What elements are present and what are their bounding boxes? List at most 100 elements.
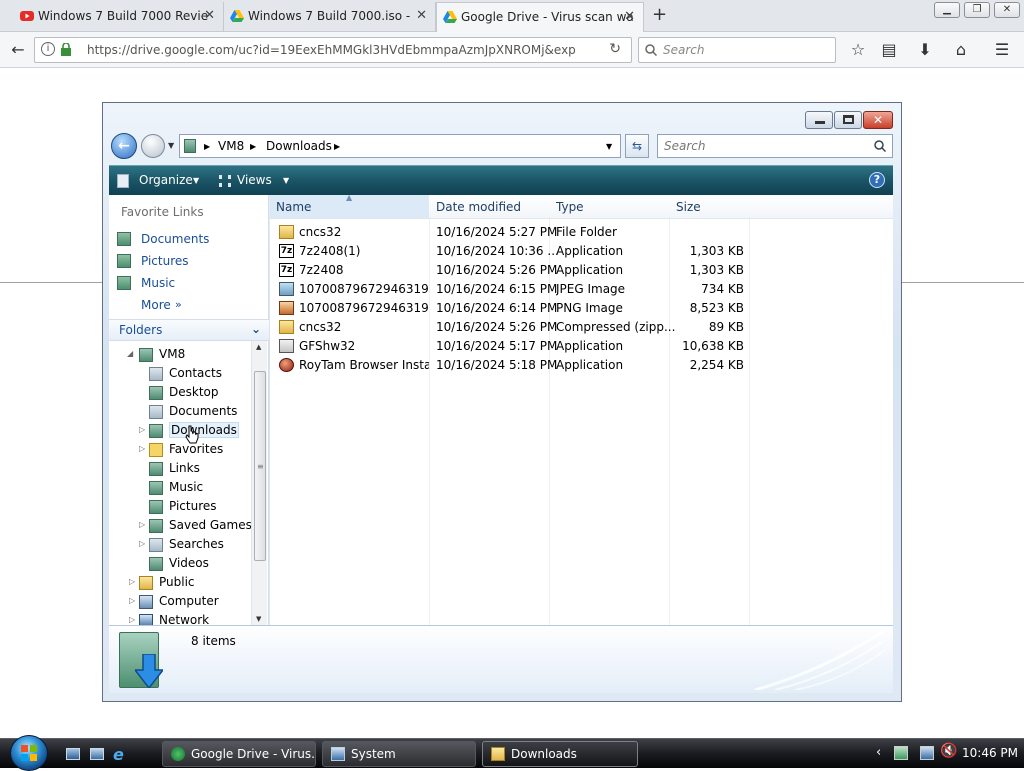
- tree-item-searches[interactable]: Searches: [149, 537, 224, 552]
- downloads-icon: [149, 424, 163, 438]
- close-tab-icon[interactable]: ✕: [624, 3, 635, 31]
- chevron-down-icon[interactable]: ⌄: [251, 322, 261, 336]
- favorite-link-music[interactable]: Music: [141, 276, 175, 290]
- expand-arrow-icon[interactable]: ▷: [129, 596, 135, 605]
- taskbar-item-downloads[interactable]: Downloads: [482, 741, 638, 767]
- column-header-name[interactable]: Name ▲: [270, 193, 429, 218]
- close-window-button[interactable]: ✕: [863, 111, 893, 129]
- scroll-up-arrow-icon[interactable]: ▲: [256, 343, 261, 351]
- tray-app-icon[interactable]: [894, 746, 908, 760]
- taskbar-item-system[interactable]: System: [322, 741, 476, 767]
- tree-item-public[interactable]: Public: [139, 575, 195, 590]
- minimize-browser-button[interactable]: ▁: [934, 2, 960, 18]
- taskbar-item-google-drive[interactable]: Google Drive - Virus...: [162, 741, 316, 767]
- refresh-button[interactable]: ⇆: [625, 134, 649, 158]
- favorite-link-pictures[interactable]: Pictures: [141, 254, 189, 268]
- tree-label: Downloads: [169, 422, 239, 438]
- tree-item-documents[interactable]: Documents: [149, 404, 237, 419]
- expand-arrow-icon[interactable]: ▷: [129, 615, 135, 624]
- chevron-down-icon[interactable]: ▼: [168, 141, 174, 150]
- tree-item-contacts[interactable]: Contacts: [149, 366, 222, 381]
- show-desktop-icon[interactable]: [66, 748, 80, 760]
- minimize-window-button[interactable]: [805, 111, 833, 129]
- close-tab-icon[interactable]: ✕: [204, 2, 215, 30]
- column-header-row: Name ▲ Date modified Type Size: [270, 193, 893, 219]
- table-row[interactable]: cncs32 10/16/2024 5:26 PM Compressed (zi…: [270, 318, 893, 337]
- desktop-icon: [149, 386, 163, 400]
- back-arrow-icon[interactable]: ←: [6, 38, 30, 62]
- tree-item-desktop[interactable]: Desktop: [149, 385, 219, 400]
- table-row[interactable]: 1070087967294631976-... 10/16/2024 6:15 …: [270, 280, 893, 299]
- views-button[interactable]: Views: [237, 173, 272, 187]
- tree-item-vm8[interactable]: VM8: [139, 347, 185, 362]
- table-row[interactable]: GFShw32 10/16/2024 5:17 PM Application 1…: [270, 337, 893, 356]
- browser-search-input[interactable]: Search: [638, 37, 836, 63]
- favorite-link-documents[interactable]: Documents: [141, 232, 209, 246]
- reload-icon[interactable]: ↻: [609, 41, 621, 57]
- tree-item-links[interactable]: Links: [149, 461, 200, 476]
- tree-item-pictures[interactable]: Pictures: [149, 499, 217, 514]
- tree-scrollbar[interactable]: ▲ ≡ ▼: [251, 341, 267, 625]
- forward-arrow-icon[interactable]: [141, 134, 165, 158]
- taskbar-clock[interactable]: 10:46 PM: [962, 746, 1018, 760]
- expand-arrow-icon[interactable]: ▷: [129, 577, 135, 586]
- tree-item-videos[interactable]: Videos: [149, 556, 209, 571]
- download-icon[interactable]: ⬇: [913, 38, 937, 62]
- info-icon[interactable]: i: [41, 42, 55, 56]
- organize-button[interactable]: Organize: [139, 173, 193, 187]
- column-header-type[interactable]: Type: [556, 200, 584, 214]
- videos-icon: [149, 557, 163, 571]
- tray-expand-icon[interactable]: ‹: [876, 745, 881, 760]
- switch-windows-icon[interactable]: [90, 748, 104, 760]
- tree-item-saved-games[interactable]: Saved Games: [149, 518, 252, 533]
- table-row[interactable]: cncs32 10/16/2024 5:27 PM File Folder: [270, 223, 893, 242]
- expand-arrow-icon[interactable]: ▷: [139, 520, 145, 529]
- menu-icon[interactable]: ☰: [990, 38, 1014, 62]
- close-browser-button[interactable]: ✕: [994, 2, 1020, 18]
- back-arrow-icon[interactable]: ←: [111, 133, 137, 159]
- breadcrumb-item-downloads[interactable]: Downloads: [266, 139, 332, 153]
- address-bar[interactable]: i https://drive.google.com/uc?id=19EexEh…: [34, 37, 632, 63]
- explorer-window: ✕ ← ▼ ▶ VM8 ▶ Downloads ▶ ▼ ⇆ Search Org…: [102, 102, 902, 702]
- tree-item-computer[interactable]: Computer: [139, 594, 219, 609]
- scroll-down-arrow-icon[interactable]: ▼: [256, 615, 261, 623]
- breadcrumb-item-vm8[interactable]: VM8: [218, 139, 244, 153]
- internet-explorer-icon[interactable]: e: [113, 745, 124, 764]
- volume-muted-icon[interactable]: 🔇: [940, 743, 957, 759]
- tree-item-downloads[interactable]: Downloads: [149, 422, 239, 438]
- expand-arrow-icon[interactable]: ▷: [139, 539, 145, 548]
- browser-tab-2[interactable]: Windows 7 Build 7000.iso - ✕: [224, 2, 436, 32]
- network-tray-icon[interactable]: [920, 746, 934, 760]
- browser-tab-1[interactable]: Windows 7 Build 7000 Revie ✕: [14, 2, 224, 32]
- reading-list-icon[interactable]: ▤: [877, 38, 901, 62]
- expand-arrow-icon[interactable]: ◢: [127, 349, 133, 358]
- home-icon[interactable]: ⌂: [949, 38, 973, 62]
- maximize-window-button[interactable]: [834, 111, 862, 129]
- close-tab-icon[interactable]: ✕: [416, 2, 427, 30]
- scrollbar-thumb[interactable]: ≡: [254, 371, 266, 561]
- column-header-size[interactable]: Size: [676, 200, 701, 214]
- chevron-down-icon[interactable]: ▼: [193, 176, 199, 185]
- tree-item-music[interactable]: Music: [149, 480, 203, 495]
- bookmark-star-icon[interactable]: ☆: [846, 38, 870, 62]
- chevron-down-icon[interactable]: ▼: [606, 142, 612, 151]
- jpeg-image-icon: [279, 282, 294, 296]
- maximize-browser-button[interactable]: ❐: [964, 2, 990, 18]
- explorer-search-input[interactable]: Search: [657, 134, 893, 158]
- address-breadcrumb[interactable]: ▶ VM8 ▶ Downloads ▶ ▼: [179, 134, 621, 158]
- new-tab-icon[interactable]: +: [652, 4, 667, 25]
- expand-arrow-icon[interactable]: ▷: [139, 425, 145, 434]
- start-button[interactable]: [10, 735, 48, 771]
- table-row[interactable]: 7z 7z2408(1) 10/16/2024 10:36 ... Applic…: [270, 242, 893, 261]
- browser-tab-3[interactable]: Google Drive - Virus scan wa ✕: [436, 2, 644, 32]
- column-header-date[interactable]: Date modified: [436, 200, 521, 214]
- table-row[interactable]: 7z 7z2408 10/16/2024 5:26 PM Application…: [270, 261, 893, 280]
- expand-arrow-icon[interactable]: ▷: [139, 444, 145, 453]
- search-placeholder: Search: [664, 139, 706, 153]
- table-row[interactable]: RoyTam Browser Instal... 10/16/2024 5:18…: [270, 356, 893, 375]
- table-row[interactable]: 1070087967294631976-... 10/16/2024 6:14 …: [270, 299, 893, 318]
- chevron-down-icon[interactable]: ▼: [283, 176, 289, 185]
- folders-header[interactable]: Folders ⌄: [109, 319, 269, 341]
- help-icon[interactable]: ?: [869, 172, 885, 188]
- favorite-link-more[interactable]: More: [141, 298, 171, 312]
